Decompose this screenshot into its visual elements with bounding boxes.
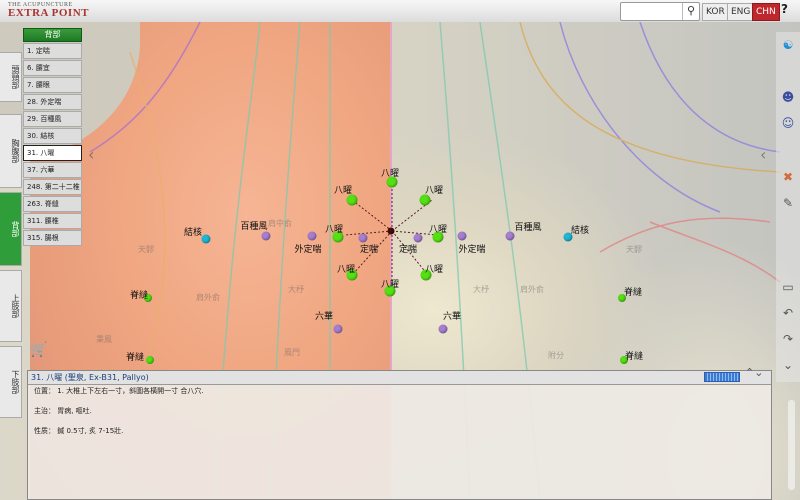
point-label: 六華 [442, 312, 462, 322]
right-toolbar: ☯ ☻ ☺ ✖ ✎ ▭ ↶ ↷ ⌄ [776, 32, 800, 382]
panel-collapse-arrows[interactable]: ⌃⌄ [745, 366, 763, 379]
faint-label: 肩外俞 [196, 293, 220, 302]
acupoint-marker[interactable] [438, 324, 448, 334]
point-label: 八曜 [424, 265, 444, 275]
point-label: 八曜 [380, 169, 400, 179]
tab-chest-abdomen[interactable]: 胸腹部 [0, 114, 22, 188]
point-label: 外定喘 [294, 245, 322, 255]
faint-label: 天髎 [626, 245, 642, 254]
point-label: 八曜 [333, 186, 353, 196]
chevron-left-icon[interactable]: ‹ [760, 145, 766, 164]
faint-label: 肩中俞 [268, 219, 292, 228]
lang-chn-button[interactable]: CHN [752, 3, 780, 21]
faint-label: 天髎 [138, 245, 154, 254]
cart-icon[interactable]: 🛒 [30, 342, 47, 358]
acupoint-list-header: 背部 [23, 28, 82, 42]
list-item[interactable]: 315. 腸根 [23, 230, 82, 246]
method-text: 鍼 0.5寸, 炙 7-15壯. [57, 427, 124, 435]
info-panel: 31. 八曜 (聖泉, Ex-B31, Pallyo) 位置： 1. 大椎上下左… [27, 370, 772, 500]
faint-label: 大杼 [473, 285, 489, 294]
faint-label: 風門 [284, 348, 300, 357]
acupoint-marker[interactable] [333, 324, 343, 334]
list-item[interactable]: 30. 結核 [23, 128, 82, 144]
faint-label: 秉風 [96, 335, 112, 344]
faint-label: 大杼 [288, 285, 304, 294]
top-bar: THE ACUPUNCTURE EXTRA POINT ⚲ KOR ENG CH… [0, 0, 800, 24]
method-label: 性质： [34, 427, 55, 435]
point-label: 八曜 [380, 280, 400, 290]
point-label: 六華 [314, 312, 334, 322]
list-item-selected[interactable]: 31. 八曜 [23, 145, 82, 161]
acupoint-marker[interactable] [419, 194, 431, 206]
point-label: 百種風 [514, 223, 542, 233]
point-label: 百種風 [240, 222, 268, 232]
acupoint-marker[interactable] [346, 194, 358, 206]
lang-kor-button[interactable]: KOR [702, 3, 729, 21]
search-icon[interactable]: ⚲ [682, 3, 699, 20]
list-item[interactable]: 28. 外定喘 [23, 94, 82, 110]
list-item[interactable]: 263. 脊縫 [23, 196, 82, 212]
list-item[interactable]: 248. 第二十二椎 [23, 179, 82, 195]
point-label: 脊縫 [623, 288, 643, 298]
tab-head-neck[interactable]: 頭頸部 [0, 52, 22, 102]
person-l-icon[interactable]: ☺ [779, 114, 797, 132]
list-item[interactable]: 1. 定喘 [23, 43, 82, 59]
faint-label: 附分 [548, 351, 564, 360]
chevron-down-icon[interactable]: ⌄ [779, 356, 797, 374]
acupoint-list: 背部 1. 定喘 6. 腰宜 7. 腰眼 28. 外定喘 29. 百種風 30.… [23, 28, 82, 246]
point-label: 結核 [570, 226, 590, 236]
dazhui-center-marker[interactable] [387, 227, 395, 235]
point-label: 脊縫 [624, 352, 644, 362]
category-tabs: 頭頸部 胸腹部 背部 上肢部 下肢部 [0, 30, 22, 418]
point-label: 脊縫 [125, 353, 145, 363]
body-view-icon[interactable]: ☯ [779, 36, 797, 54]
panel-resize-handle[interactable] [704, 372, 740, 382]
point-label: 八曜 [428, 225, 448, 235]
needle-icon[interactable]: ✖ [779, 168, 797, 186]
point-label: 定喘 [359, 245, 379, 255]
acupoint-marker[interactable] [261, 231, 271, 241]
point-label: 外定喘 [458, 245, 486, 255]
search-box: ⚲ [620, 2, 700, 24]
acupoint-marker[interactable] [146, 356, 154, 364]
acupoint-marker[interactable] [307, 231, 317, 241]
point-label: 定喘 [398, 245, 418, 255]
list-item[interactable]: 6. 腰宜 [23, 60, 82, 76]
eraser-icon[interactable]: ▭ [779, 278, 797, 296]
help-button[interactable]: ? [781, 2, 788, 16]
point-label: 脊縫 [129, 291, 149, 301]
lang-eng-button[interactable]: ENG [727, 3, 755, 21]
undo-icon[interactable]: ↶ [779, 304, 797, 322]
chevron-left-icon[interactable]: ‹ [88, 145, 94, 164]
point-label: 八曜 [424, 186, 444, 196]
person-r-icon[interactable]: ☻ [779, 88, 797, 106]
acupoint-marker[interactable] [505, 231, 515, 241]
pencil-icon[interactable]: ✎ [779, 194, 797, 212]
acupoint-marker[interactable] [457, 231, 467, 241]
indication-label: 主治： [34, 407, 55, 415]
location-label: 位置： [34, 387, 55, 395]
tab-upper-limb[interactable]: 上肢部 [0, 270, 22, 342]
point-label: 八曜 [324, 225, 344, 235]
logo-line2: EXTRA POINT [8, 7, 89, 19]
indication-text: 胃病, 嘔吐. [57, 407, 92, 415]
point-label: 八曜 [336, 265, 356, 275]
point-label: 結核 [183, 228, 203, 238]
list-item[interactable]: 37. 六華 [23, 162, 82, 178]
info-scrollbar[interactable] [788, 400, 795, 490]
list-item[interactable]: 7. 腰眼 [23, 77, 82, 93]
acupoint-marker[interactable] [201, 234, 211, 244]
list-item[interactable]: 29. 百種風 [23, 111, 82, 127]
app-logo: THE ACUPUNCTURE EXTRA POINT [8, 2, 89, 19]
location-text: 1. 大椎上下左右一寸，斜圍各橫開一寸 合八穴. [57, 387, 204, 395]
tab-lower-limb[interactable]: 下肢部 [0, 346, 22, 418]
info-title: 31. 八曜 (聖泉, Ex-B31, Pallyo) [28, 371, 771, 385]
list-item[interactable]: 311. 腰椎 [23, 213, 82, 229]
redo-icon[interactable]: ↷ [779, 330, 797, 348]
faint-label: 肩外俞 [520, 285, 544, 294]
tab-back[interactable]: 背部 [0, 192, 22, 266]
